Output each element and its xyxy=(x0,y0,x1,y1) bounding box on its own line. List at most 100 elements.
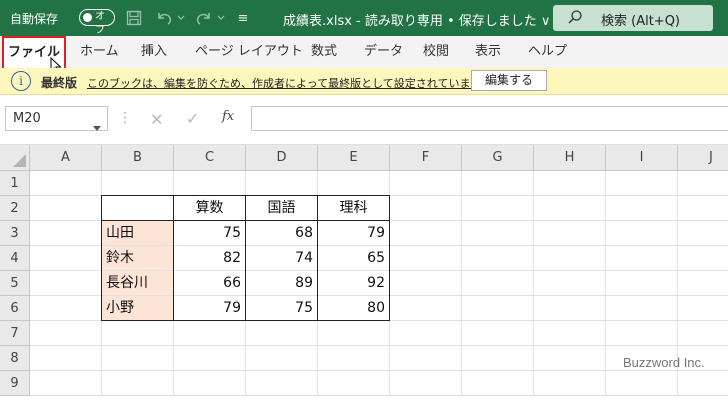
grid-cell[interactable] xyxy=(534,221,606,246)
grid-cell[interactable] xyxy=(390,321,462,346)
score-cell[interactable]: 68 xyxy=(246,221,318,246)
select-all-button[interactable] xyxy=(0,145,30,171)
grid-cell[interactable] xyxy=(30,321,102,346)
tab-home[interactable]: ホーム xyxy=(80,36,119,68)
grid-cell[interactable] xyxy=(174,346,246,371)
column-header-d[interactable]: D xyxy=(246,145,318,171)
tab-review[interactable]: 校閲 xyxy=(423,36,449,68)
save-icon[interactable] xyxy=(124,8,144,28)
grid-cell[interactable] xyxy=(678,271,728,296)
insert-function-button[interactable]: fx xyxy=(222,109,234,124)
tab-view[interactable]: 表示 xyxy=(475,36,501,68)
student-name-cell[interactable]: 山田 xyxy=(102,221,174,246)
grid-cell[interactable] xyxy=(462,321,534,346)
score-cell[interactable]: 75 xyxy=(174,221,246,246)
score-cell[interactable]: 92 xyxy=(318,271,390,296)
grid-cell[interactable] xyxy=(678,296,728,321)
row-header-1[interactable]: 1 xyxy=(0,171,30,196)
grid-cell[interactable] xyxy=(606,246,678,271)
grid-cell[interactable] xyxy=(174,171,246,196)
column-header-h[interactable]: H xyxy=(534,145,606,171)
edit-anyway-button[interactable]: 編集する xyxy=(471,70,547,91)
score-cell[interactable]: 82 xyxy=(174,246,246,271)
grid-cell[interactable] xyxy=(30,371,102,396)
grid-cell[interactable] xyxy=(30,221,102,246)
grid-cell[interactable] xyxy=(606,171,678,196)
score-cell[interactable]: 74 xyxy=(246,246,318,271)
enter-icon[interactable]: ✓ xyxy=(186,109,199,128)
grid-cell[interactable] xyxy=(102,171,174,196)
tab-help[interactable]: ヘルプ xyxy=(528,36,567,68)
grid-cell[interactable] xyxy=(678,221,728,246)
grid-cell[interactable] xyxy=(462,196,534,221)
row-header-4[interactable]: 4 xyxy=(0,246,30,271)
score-cell[interactable]: 75 xyxy=(246,296,318,321)
grid-cell[interactable] xyxy=(534,196,606,221)
grid-cell[interactable] xyxy=(174,321,246,346)
grid-cell[interactable] xyxy=(678,196,728,221)
student-name-cell[interactable]: 長谷川 xyxy=(102,271,174,296)
document-title[interactable]: 成績表.xlsx - 読み取り専用 • 保存しました ∨ xyxy=(283,10,550,29)
row-header-6[interactable]: 6 xyxy=(0,296,30,321)
grid-cell[interactable] xyxy=(534,321,606,346)
chevron-down-icon[interactable] xyxy=(93,116,101,139)
grid-cell[interactable] xyxy=(606,221,678,246)
grid-cell[interactable] xyxy=(174,371,246,396)
grid-cell[interactable] xyxy=(534,171,606,196)
row-header-8[interactable]: 8 xyxy=(0,346,30,371)
grid-cell[interactable] xyxy=(462,246,534,271)
grid-cell[interactable] xyxy=(606,296,678,321)
grid-cell[interactable] xyxy=(462,371,534,396)
column-header-b[interactable]: B xyxy=(102,145,174,171)
grid-cell[interactable] xyxy=(390,221,462,246)
column-header-a[interactable]: A xyxy=(30,145,102,171)
grid-cell[interactable] xyxy=(246,171,318,196)
undo-dropdown-icon[interactable] xyxy=(176,8,186,28)
grid-cell[interactable] xyxy=(390,171,462,196)
grid-cell[interactable] xyxy=(318,171,390,196)
score-cell[interactable]: 66 xyxy=(174,271,246,296)
grid-cell[interactable] xyxy=(318,371,390,396)
undo-icon[interactable] xyxy=(154,8,174,28)
grid-cell[interactable] xyxy=(390,371,462,396)
column-header-i[interactable]: I xyxy=(606,145,678,171)
grid-cell[interactable] xyxy=(534,371,606,396)
row-header-9[interactable]: 9 xyxy=(0,371,30,396)
grid-cell[interactable] xyxy=(246,371,318,396)
score-cell[interactable]: 65 xyxy=(318,246,390,271)
grid-cell[interactable] xyxy=(678,246,728,271)
grid-cell[interactable] xyxy=(606,271,678,296)
column-header-g[interactable]: G xyxy=(462,145,534,171)
customize-quick-access-icon[interactable]: ≡ xyxy=(233,8,253,28)
table-header-cell[interactable]: 国語 xyxy=(246,196,318,221)
row-header-2[interactable]: 2 xyxy=(0,196,30,221)
grid-cell[interactable] xyxy=(30,246,102,271)
cancel-icon[interactable]: ✕ xyxy=(150,110,163,129)
redo-icon[interactable] xyxy=(194,8,214,28)
grid-cell[interactable] xyxy=(534,296,606,321)
name-box[interactable]: M20 xyxy=(5,106,108,131)
table-header-cell[interactable]: 算数 xyxy=(174,196,246,221)
row-header-5[interactable]: 5 xyxy=(0,271,30,296)
search-box[interactable]: 検索 (Alt+Q) xyxy=(553,5,713,31)
student-name-cell[interactable]: 小野 xyxy=(102,296,174,321)
column-header-e[interactable]: E xyxy=(318,145,390,171)
grid-cell[interactable] xyxy=(462,296,534,321)
table-corner-cell[interactable] xyxy=(102,196,174,221)
grid-cell[interactable] xyxy=(390,346,462,371)
column-header-f[interactable]: F xyxy=(390,145,462,171)
grid-cell[interactable] xyxy=(390,246,462,271)
grid-cell[interactable] xyxy=(30,271,102,296)
redo-dropdown-icon[interactable] xyxy=(216,8,226,28)
grid-cell[interactable] xyxy=(462,171,534,196)
tab-insert[interactable]: 挿入 xyxy=(141,36,167,68)
grid-cell[interactable] xyxy=(462,271,534,296)
grid-cell[interactable] xyxy=(678,321,728,346)
grid-cell[interactable] xyxy=(606,321,678,346)
grid-cell[interactable] xyxy=(102,346,174,371)
student-name-cell[interactable]: 鈴木 xyxy=(102,246,174,271)
grid-cell[interactable] xyxy=(534,246,606,271)
grid-cell[interactable] xyxy=(30,296,102,321)
grid-cell[interactable] xyxy=(246,321,318,346)
column-header-c[interactable]: C xyxy=(174,145,246,171)
